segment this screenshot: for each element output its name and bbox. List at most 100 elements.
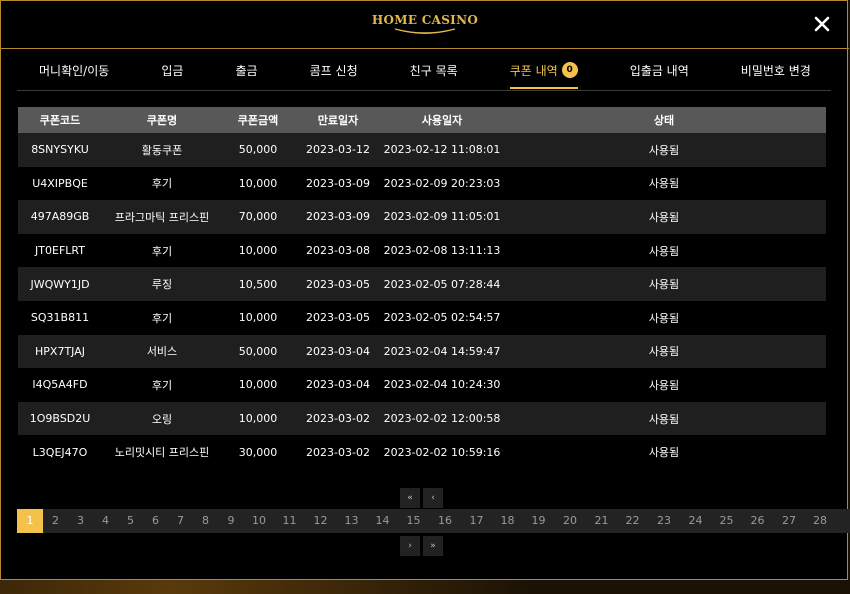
- tab-friend-list[interactable]: 친구 목록: [410, 49, 458, 91]
- page-number-24[interactable]: 24: [680, 509, 711, 533]
- table-row: JWQWY1JD 루징 10,500 2023-03-05 2023-02-05 07:…: [18, 267, 826, 301]
- page-number-4[interactable]: 4: [93, 509, 118, 533]
- tab-coupon-history[interactable]: 쿠폰 내역 0: [509, 49, 578, 91]
- page-number-16[interactable]: 16: [429, 509, 461, 533]
- used-date-cell: 2023-02-04 10:24:30: [382, 368, 502, 402]
- page-number-21[interactable]: 21: [586, 509, 617, 533]
- status-cell: 사용됨: [502, 368, 826, 402]
- page-number-13[interactable]: 13: [336, 509, 367, 533]
- page-number-9[interactable]: 9: [218, 509, 244, 533]
- coupon-amount-cell: 10,500: [222, 267, 294, 301]
- coupon-name-cell: 활동쿠폰: [102, 133, 222, 167]
- status-cell: 사용됨: [502, 233, 826, 268]
- page-number-3[interactable]: 3: [68, 509, 93, 533]
- tab-withdraw[interactable]: 출금: [236, 49, 258, 91]
- coupon-table: 쿠폰코드 쿠폰명 쿠폰금액 만료일자 사용일자 상태 8SNYSYKU 활동쿠폰 5…: [18, 107, 826, 469]
- page-number-14[interactable]: 14: [367, 509, 398, 533]
- page-number-18[interactable]: 18: [492, 509, 523, 533]
- used-date-cell: 2023-02-02 10:59:16: [382, 435, 502, 469]
- page-number-8[interactable]: 8: [193, 509, 218, 533]
- prev-page-button[interactable]: ‹: [423, 488, 443, 508]
- coupon-amount-cell: 10,000: [222, 401, 294, 436]
- account-tabs: 머니확인/이동 입금 출금 콤프 신청 친구 목록 쿠폰 내역 0 입출금 내역…: [1, 49, 849, 91]
- next-page-button[interactable]: ›: [400, 536, 420, 556]
- column-header: 사용일자: [382, 107, 502, 133]
- page-number-11[interactable]: 11: [274, 509, 305, 533]
- coupon-name-cell: 후기: [102, 233, 222, 268]
- page-number-15[interactable]: 15: [398, 509, 429, 533]
- expiry-date-cell: 2023-03-05: [294, 300, 382, 335]
- table-row: JT0EFLRT 후기 10,000 2023-03-08 2023-02-08 13:…: [18, 233, 826, 268]
- tab-deposit[interactable]: 입금: [161, 49, 183, 91]
- status-cell: 사용됨: [502, 435, 826, 469]
- expiry-date-cell: 2023-03-09: [294, 200, 382, 234]
- first-page-button[interactable]: «: [400, 488, 420, 508]
- coupon-code-cell: 1O9BSD2U: [18, 401, 102, 436]
- coupon-amount-cell: 50,000: [222, 133, 294, 167]
- tab-transaction-history[interactable]: 입출금 내역: [630, 49, 689, 91]
- column-header: 만료일자: [294, 107, 382, 133]
- status-cell: 사용됨: [502, 200, 826, 234]
- modal-header: HOME CASINO: [1, 1, 849, 49]
- page-number-2[interactable]: 2: [43, 509, 68, 533]
- page-number-25[interactable]: 25: [711, 509, 742, 533]
- coupon-amount-cell: 10,000: [222, 166, 294, 201]
- close-icon[interactable]: [813, 15, 831, 33]
- used-date-cell: 2023-02-05 07:28:44: [382, 267, 502, 301]
- column-header: 쿠폰금액: [222, 107, 294, 133]
- status-cell: 사용됨: [502, 133, 826, 167]
- coupon-code-cell: 497A89GB: [18, 200, 102, 234]
- home-casino-logo: HOME CASINO: [371, 13, 479, 27]
- used-date-cell: 2023-02-08 13:11:13: [382, 233, 502, 268]
- expiry-date-cell: 2023-03-09: [294, 166, 382, 201]
- coupon-code-cell: JWQWY1JD: [18, 267, 102, 301]
- page-number-6[interactable]: 6: [143, 509, 168, 533]
- page-number-17[interactable]: 17: [461, 509, 492, 533]
- tabs-divider: [17, 90, 831, 91]
- column-header: 상태: [502, 107, 826, 133]
- page-number-1[interactable]: 1: [17, 509, 43, 533]
- expiry-date-cell: 2023-03-02: [294, 435, 382, 469]
- expiry-date-cell: 2023-03-02: [294, 401, 382, 436]
- page-number-26[interactable]: 26: [742, 509, 773, 533]
- page-number-12[interactable]: 12: [305, 509, 336, 533]
- used-date-cell: 2023-02-09 11:05:01: [382, 200, 502, 234]
- table-row: 497A89GB 프라그마틱 프리스핀 70,000 2023-03-09 2023-0…: [18, 200, 826, 234]
- tab-money-transfer[interactable]: 머니확인/이동: [39, 49, 109, 91]
- tab-change-password[interactable]: 비밀번호 변경: [741, 49, 811, 91]
- page-number-20[interactable]: 20: [554, 509, 586, 533]
- status-cell: 사용됨: [502, 401, 826, 436]
- coupon-name-cell: 오링: [102, 401, 222, 436]
- page-number-27[interactable]: 27: [773, 509, 805, 533]
- coupon-code-cell: U4XIPBQE: [18, 166, 102, 201]
- last-page-button[interactable]: »: [423, 536, 443, 556]
- page-number-bar: 1 2 3 4 5 6 7 8 9 10 11 12 13 14 15 16 17 18 19 20 21 22 23 24 2…: [17, 509, 850, 533]
- table-row: SQ31B811 후기 10,000 2023-03-05 2023-02-05 02:…: [18, 300, 826, 335]
- page-number-7[interactable]: 7: [168, 509, 193, 533]
- page-number-28[interactable]: 28: [805, 509, 835, 533]
- coupon-name-cell: 프라그마틱 프리스핀: [102, 200, 222, 234]
- table-row: 1O9BSD2U 오링 10,000 2023-03-02 2023-02-02 12:…: [18, 401, 826, 436]
- page-number-23[interactable]: 23: [648, 509, 680, 533]
- column-header: 쿠폰명: [102, 107, 222, 133]
- expiry-date-cell: 2023-03-05: [294, 267, 382, 301]
- table-row: 8SNYSYKU 활동쿠폰 50,000 2023-03-12 2023-02-12 1…: [18, 133, 826, 167]
- tab-comp-request[interactable]: 콤프 신청: [310, 49, 358, 91]
- page-number-22[interactable]: 22: [617, 509, 648, 533]
- status-cell: 사용됨: [502, 334, 826, 369]
- used-date-cell: 2023-02-12 11:08:01: [382, 133, 502, 167]
- page-number-5[interactable]: 5: [118, 509, 143, 533]
- coupon-name-cell: 서비스: [102, 334, 222, 369]
- coupon-amount-cell: 70,000: [222, 200, 294, 234]
- coupon-code-cell: L3QEJ47O: [18, 435, 102, 469]
- status-cell: 사용됨: [502, 300, 826, 335]
- table-row: U4XIPBQE 후기 10,000 2023-03-09 2023-02-09 20:…: [18, 166, 826, 201]
- coupon-name-cell: 루징: [102, 267, 222, 301]
- coupon-name-cell: 후기: [102, 300, 222, 335]
- page-number-10[interactable]: 10: [244, 509, 274, 533]
- coupon-amount-cell: 50,000: [222, 334, 294, 369]
- page-number-19[interactable]: 19: [523, 509, 554, 533]
- table-row: L3QEJ47O 노리밋시티 프리스핀 30,000 2023-03-02 2023-0…: [18, 435, 826, 469]
- coupon-amount-cell: 30,000: [222, 435, 294, 469]
- coupon-code-cell: JT0EFLRT: [18, 233, 102, 268]
